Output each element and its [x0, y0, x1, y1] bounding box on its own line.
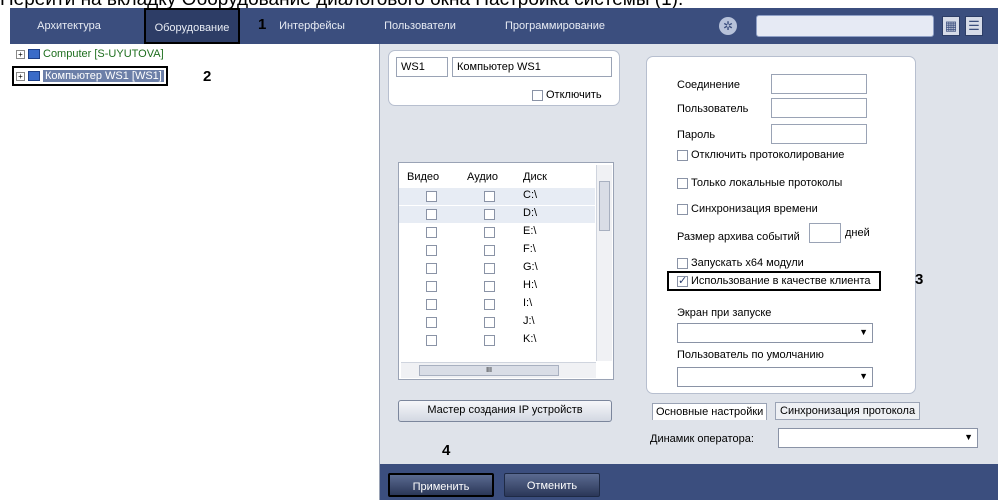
tab-interfaces[interactable]: Интерфейсы [274, 8, 350, 44]
grid-row[interactable]: C:\ [399, 188, 595, 205]
top-toolbar: Архитектура Оборудование Интерфейсы Поль… [10, 8, 998, 44]
monitor-icon [28, 71, 40, 82]
ip-wizard-button[interactable]: Мастер создания IP устройств [398, 400, 612, 422]
archive-size-field[interactable] [809, 223, 841, 243]
settings-group: Соединение Пользователь Пароль Отключить… [646, 56, 916, 394]
time-sync-checkbox[interactable]: Синхронизация времени [677, 203, 818, 215]
grid-row[interactable]: E:\ [399, 224, 595, 241]
list-view-icon[interactable]: ☰ [965, 16, 983, 36]
grid-row[interactable]: H:\ [399, 278, 595, 295]
expand-icon[interactable]: + [16, 49, 25, 59]
computer-group: WS1 Компьютер WS1 Отключить [388, 50, 620, 106]
apply-button[interactable]: Применить [388, 473, 494, 497]
default-user-label: Пользователь по умолчанию [677, 349, 824, 361]
tree-item-computer[interactable]: + Computer [S-UYUTOVA] [16, 48, 164, 64]
tab-users[interactable]: Пользователи [366, 8, 474, 44]
local-logs-checkbox[interactable]: Только локальные протоколы [677, 177, 842, 189]
tree-item-label: Computer [S-UYUTOVA] [43, 48, 164, 60]
startup-screen-label: Экран при запуске [677, 307, 772, 319]
connection-label: Соединение [677, 79, 741, 91]
vertical-scrollbar[interactable] [596, 165, 612, 361]
bottom-bar: Применить Отменить [380, 464, 998, 500]
monitor-icon [28, 49, 40, 60]
grid-row[interactable]: I:\ [399, 296, 595, 313]
cancel-button[interactable]: Отменить [504, 473, 600, 497]
grid-row[interactable]: J:\ [399, 314, 595, 331]
connection-field[interactable] [771, 74, 867, 94]
password-field[interactable] [771, 124, 867, 144]
disable-checkbox[interactable]: Отключить [532, 89, 602, 101]
scroll-thumb[interactable]: III [419, 365, 559, 376]
gear-icon[interactable]: ✲ [719, 17, 737, 35]
marker-1: 1 [258, 16, 267, 33]
marker-2: 2 [203, 68, 212, 85]
operator-speaker-select[interactable]: ▼ [778, 428, 978, 448]
grid-row[interactable]: K:\ [399, 332, 595, 349]
password-label: Пароль [677, 129, 716, 141]
caption-strip: Перейти на вкладку Оборудование диалогов… [0, 0, 998, 8]
tab-hardware[interactable]: Оборудование [144, 8, 240, 44]
search-input[interactable] [756, 15, 934, 37]
user-field[interactable] [771, 98, 867, 118]
tree-item-label: Компьютер WS1 [WS1] [43, 70, 164, 82]
grid-row[interactable]: D:\ [399, 206, 595, 223]
grid-row[interactable]: F:\ [399, 242, 595, 259]
startup-screen-select[interactable]: ▼ [677, 323, 873, 343]
tab-architecture[interactable]: Архитектура [10, 8, 128, 44]
marker-3: 3 [915, 271, 924, 288]
marker-4: 4 [442, 442, 451, 459]
grid-header-video: Видео [407, 171, 440, 183]
tree-item-ws1[interactable]: + Компьютер WS1 [WS1] [12, 66, 168, 86]
disable-logging-checkbox[interactable]: Отключить протоколирование [677, 149, 844, 161]
computer-name-field[interactable]: Компьютер WS1 [452, 57, 612, 77]
user-label: Пользователь [677, 103, 749, 115]
grid-row[interactable]: G:\ [399, 260, 595, 277]
default-user-select[interactable]: ▼ [677, 367, 873, 387]
tab-programming[interactable]: Программирование [496, 8, 614, 44]
horizontal-scrollbar[interactable]: III [401, 362, 596, 378]
use-as-client-checkbox[interactable]: Использование в качестве клиента [667, 271, 881, 291]
computer-id-field[interactable]: WS1 [396, 57, 448, 77]
device-grid: Видео Аудио Диск C:\ D:\ E:\ F:\ G:\ H:\… [398, 162, 614, 380]
chevron-down-icon: ▼ [859, 327, 868, 337]
chevron-down-icon: ▼ [859, 371, 868, 381]
grid-view-icon[interactable]: ▦ [942, 16, 960, 36]
hardware-tree: + Computer [S-UYUTOVA] + Компьютер WS1 [WS… [10, 44, 380, 500]
scroll-thumb[interactable] [599, 181, 610, 231]
expand-icon[interactable]: + [16, 71, 25, 81]
caption-text: Перейти на вкладку Оборудование диалогов… [0, 0, 683, 8]
operator-speaker-label: Динамик оператора: [650, 433, 754, 445]
archive-size-label: Размер архива событий [677, 231, 800, 243]
chevron-down-icon: ▼ [964, 432, 973, 442]
run-x64-checkbox[interactable]: Запускать x64 модули [677, 257, 804, 269]
grid-header-disk: Диск [523, 171, 547, 183]
tab-main-settings[interactable]: Основные настройки [652, 403, 768, 420]
archive-unit-label: дней [845, 227, 870, 239]
grid-header-audio: Аудио [467, 171, 499, 183]
tab-log-sync[interactable]: Синхронизация протокола [775, 402, 921, 420]
